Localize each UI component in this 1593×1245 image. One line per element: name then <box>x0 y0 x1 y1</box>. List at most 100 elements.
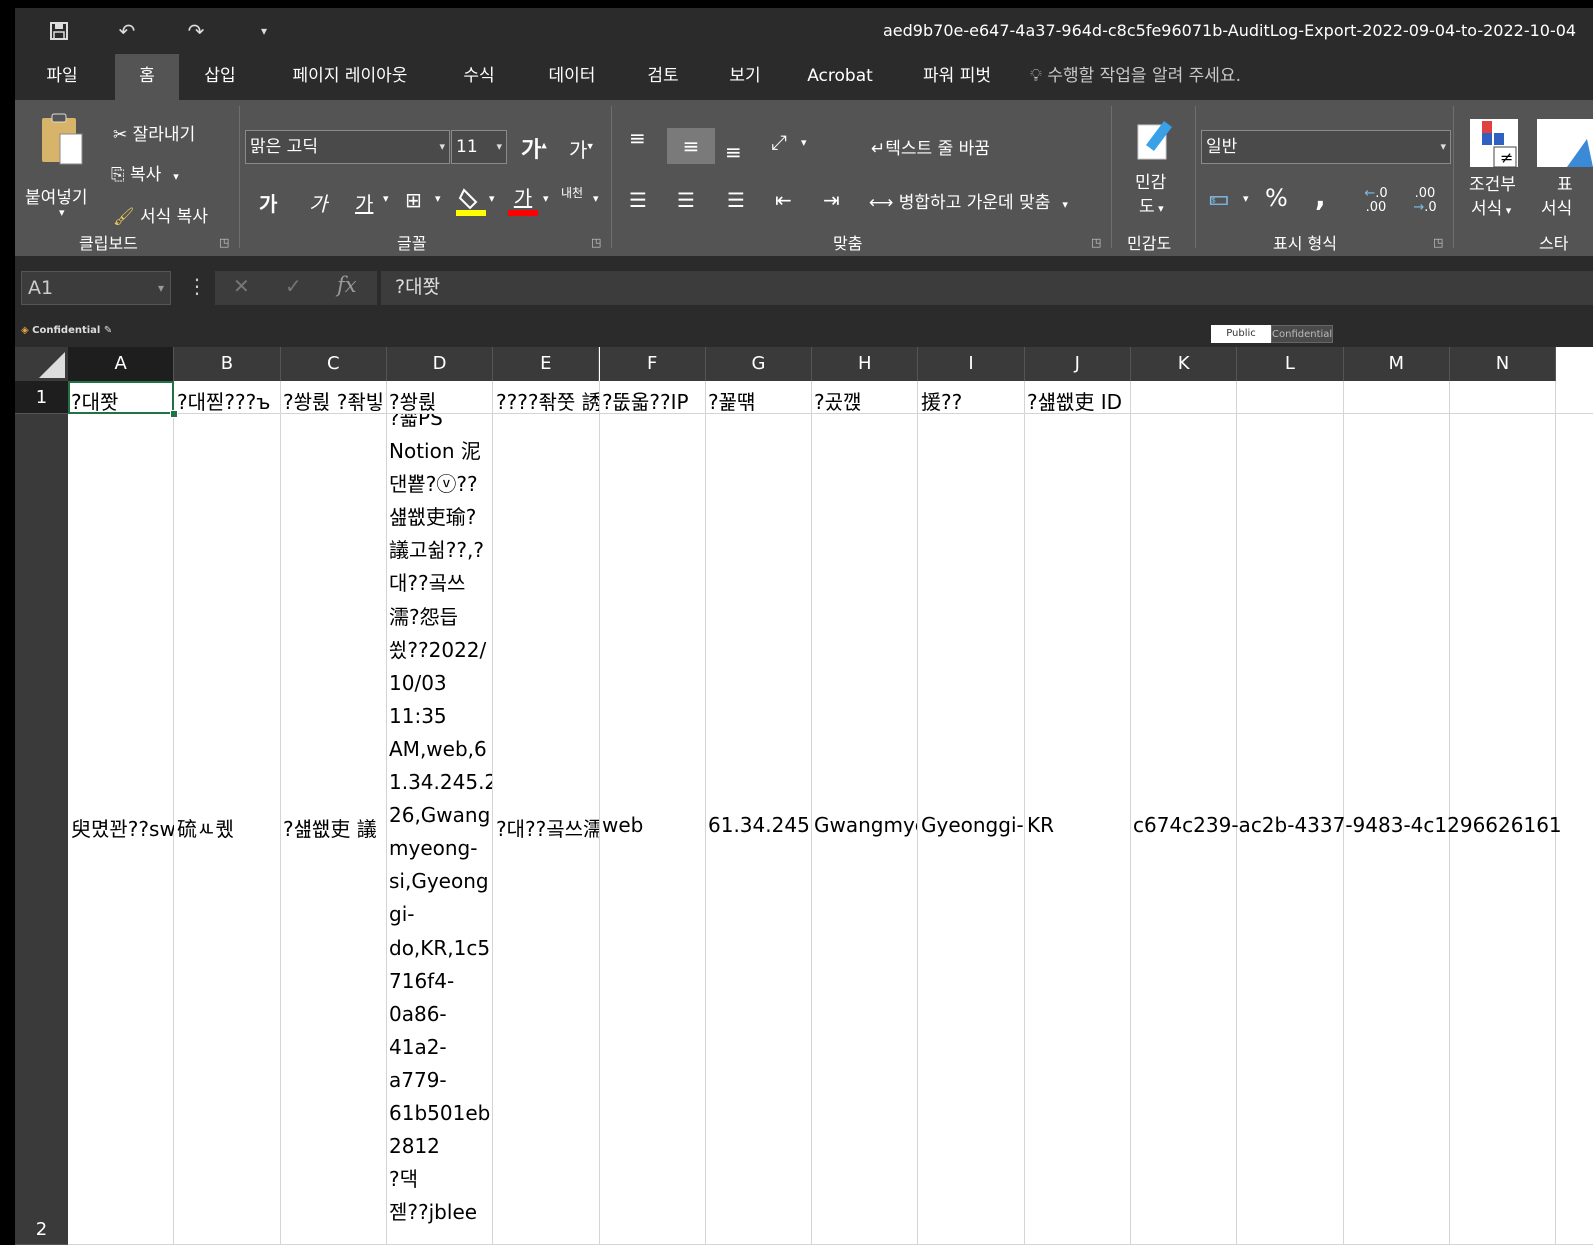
orientation-dropdown-arrow[interactable]: ▾ <box>801 136 807 149</box>
chevron-down-icon[interactable]: ▾ <box>158 272 164 304</box>
customize-quick-access-icon[interactable]: ▾ <box>249 16 279 46</box>
conditional-formatting-label[interactable]: 조건부 <box>1469 170 1516 195</box>
conditional-formatting-icon[interactable]: ≠ <box>1469 118 1521 170</box>
sensitivity-button-label[interactable]: 민감 <box>1135 168 1166 193</box>
align-middle-icon[interactable]: ≡ <box>667 128 715 164</box>
tab-insert[interactable]: 삽입 <box>191 54 249 100</box>
decrease-indent-icon[interactable]: ⇤ <box>775 188 792 212</box>
column-header-f[interactable]: F <box>599 347 706 381</box>
align-left-icon[interactable]: ☰ <box>629 188 647 212</box>
paste-button-label[interactable]: 붙여넣기 <box>25 183 88 208</box>
column-header-c[interactable]: C <box>280 347 387 381</box>
phonetic-dropdown-arrow[interactable]: ▾ <box>593 192 599 205</box>
copy-button[interactable]: ⎘ 복사 ▾ <box>111 160 179 185</box>
column-header-g[interactable]: G <box>705 347 813 381</box>
number-format-select[interactable]: 일반 ▾ <box>1201 130 1451 164</box>
tab-formulas[interactable]: 수식 <box>451 54 507 100</box>
wrap-text-button[interactable]: ↵텍스트 줄 바꿈 <box>871 134 990 159</box>
comma-style-button[interactable]: , <box>1315 180 1326 213</box>
align-top-icon[interactable]: ≡ <box>629 126 646 150</box>
column-header-e[interactable]: E <box>493 347 600 381</box>
tab-data[interactable]: 데이터 <box>535 54 609 100</box>
cell-f1[interactable]: ?뚮옯??IP <box>602 386 705 415</box>
borders-dropdown-arrow[interactable]: ▾ <box>435 192 441 205</box>
cell-i1[interactable]: 援?? <box>921 386 1024 415</box>
format-as-table-label-2[interactable]: 서식 <box>1541 194 1572 219</box>
cell-h1[interactable]: ?곴깭 <box>814 386 917 415</box>
sensitivity-button-label-2[interactable]: 도 ▾ <box>1139 192 1164 217</box>
cell-a2[interactable]: 臾몄꽌??sw <box>71 813 174 842</box>
cell-b2[interactable]: 硫ㅻ퀬 <box>177 813 280 842</box>
undo-icon[interactable]: ↶ <box>112 16 142 46</box>
underline-button[interactable]: 가 <box>355 188 373 217</box>
select-all-corner[interactable] <box>15 347 68 381</box>
italic-button[interactable]: 가 <box>309 188 327 217</box>
cell-f2[interactable]: web <box>602 813 705 837</box>
column-header-i[interactable]: I <box>918 347 1025 381</box>
column-header-k[interactable]: K <box>1131 347 1238 381</box>
alignment-dialog-launcher-icon[interactable]: ◳ <box>1091 236 1101 249</box>
percent-button[interactable]: % <box>1265 184 1288 212</box>
cell-e1[interactable]: ????좎쭛 誘 <box>496 386 599 415</box>
sensitivity-icon[interactable] <box>1133 114 1177 162</box>
cell-i2[interactable]: Gyeonggi- <box>921 813 1024 837</box>
underline-dropdown-arrow[interactable]: ▾ <box>383 192 389 205</box>
tab-review[interactable]: 검토 <box>635 54 691 100</box>
cell-j2[interactable]: KR <box>1027 813 1130 837</box>
cell-g1[interactable]: ?꾩떆 <box>708 386 811 415</box>
increase-indent-icon[interactable]: ⇥ <box>823 188 840 212</box>
public-label-button[interactable]: Public <box>1211 325 1271 343</box>
confidential-label-button[interactable]: Confidential <box>1271 325 1333 343</box>
formula-input[interactable]: ?대쫫 <box>381 271 1593 305</box>
tab-view[interactable]: 보기 <box>717 54 773 100</box>
column-header-n[interactable]: N <box>1449 347 1557 381</box>
borders-icon[interactable]: ⊞ <box>405 188 422 212</box>
currency-icon[interactable]: 💵︎ <box>1209 186 1229 211</box>
increase-decimal-button[interactable]: ←.0 .00 <box>1359 184 1393 218</box>
redo-icon[interactable]: ↷ <box>181 16 211 46</box>
cut-button[interactable]: ✂ 잘라내기 <box>113 120 195 145</box>
enter-icon[interactable]: ✓ <box>285 274 302 298</box>
format-as-table-label[interactable]: 표 <box>1557 170 1573 195</box>
cell-b1[interactable]: ?대찓???ъ <box>177 386 280 415</box>
cell-c1[interactable]: ?쐉륁 ?좎빟 <box>283 386 386 415</box>
phonetic-guide-button[interactable]: 내천 <box>561 186 587 200</box>
font-color-button[interactable]: 가 <box>507 184 539 218</box>
orientation-icon[interactable]: ⤢ <box>771 130 787 154</box>
column-header-j[interactable]: J <box>1024 347 1131 381</box>
cell-d1[interactable]: ?쐉륁 <box>389 386 492 415</box>
tab-power-pivot[interactable]: 파워 피벗 <box>911 54 1003 100</box>
tab-acrobat[interactable]: Acrobat <box>801 54 879 100</box>
tab-page-layout[interactable]: 페이지 레이아웃 <box>275 54 425 100</box>
grow-font-button[interactable]: 가▴ <box>521 132 547 164</box>
format-painter-button[interactable]: 🖌︎ 서식 복사 <box>113 202 208 227</box>
paste-dropdown-arrow[interactable]: ▾ <box>59 206 65 219</box>
font-dialog-launcher-icon[interactable]: ◳ <box>591 236 601 249</box>
sensitivity-tag[interactable]: ◈ Confidential ✎ <box>21 325 112 336</box>
column-header-l[interactable]: L <box>1237 347 1344 381</box>
fill-color-icon[interactable] <box>455 186 487 216</box>
merge-dropdown-arrow[interactable]: ▾ <box>1062 198 1068 211</box>
fill-color-dropdown-arrow[interactable]: ▾ <box>489 192 495 205</box>
insert-function-icon[interactable]: fx <box>337 273 357 297</box>
bold-button[interactable]: 가 <box>259 188 277 217</box>
column-header-h[interactable]: H <box>812 347 919 381</box>
column-header-d[interactable]: D <box>386 347 494 381</box>
number-dialog-launcher-icon[interactable]: ◳ <box>1433 236 1443 249</box>
row-header-2[interactable]: 2 <box>15 414 68 1245</box>
cell-d2[interactable]: ?쑓PS Notion 泥 댄뿉?ⓥ?? 섎쐢吏瑜? 議고쉶??,? 대??곸쓰 濡?怨듭 쑀… <box>389 414 492 1245</box>
tab-file[interactable]: 파일 <box>29 54 95 100</box>
column-header-m[interactable]: M <box>1343 347 1450 381</box>
save-icon[interactable] <box>44 16 74 46</box>
align-right-icon[interactable]: ☰ <box>727 188 745 212</box>
align-bottom-icon[interactable]: ≡ <box>725 140 742 164</box>
font-size-select[interactable]: 11 ▾ <box>451 130 507 164</box>
tab-home[interactable]: 홈 <box>115 54 179 100</box>
cell-j1[interactable]: ?섎쐢吏 ID <box>1027 386 1147 415</box>
align-center-icon[interactable]: ☰ <box>677 188 695 212</box>
cancel-icon[interactable]: ✕ <box>233 274 250 298</box>
currency-dropdown-arrow[interactable]: ▾ <box>1243 192 1249 205</box>
cell-h2[interactable]: Gwangmye <box>814 813 917 837</box>
tell-me-box[interactable]: 💡︎ 수행할 작업을 알려 주세요. <box>1030 54 1241 100</box>
font-name-select[interactable]: 맑은 고딕 ▾ <box>245 130 450 164</box>
